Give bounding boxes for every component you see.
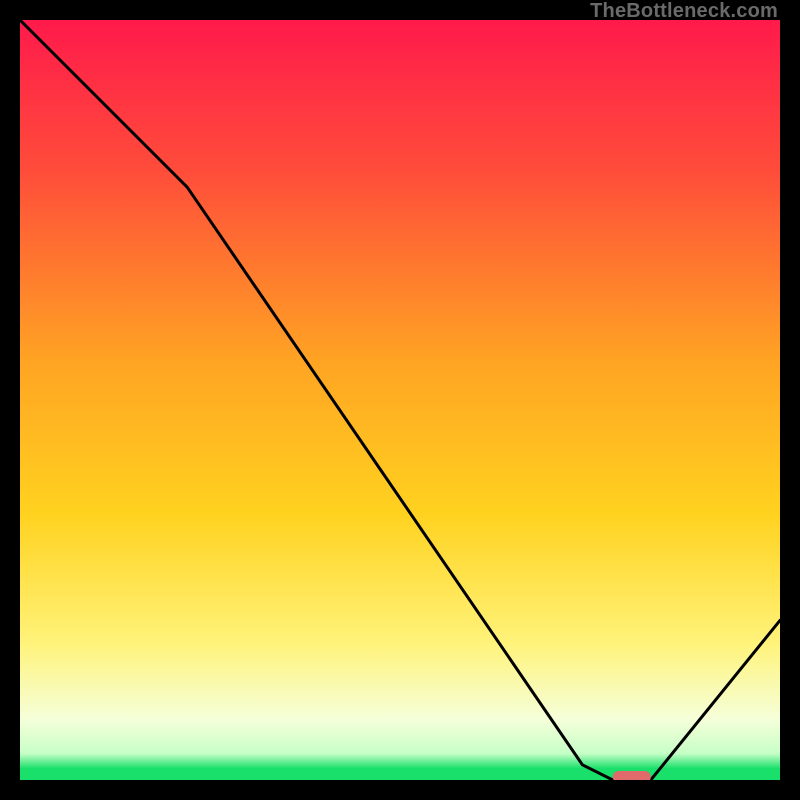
- chart-frame: [20, 20, 780, 780]
- optimal-marker: [613, 771, 651, 780]
- watermark-text: TheBottleneck.com: [590, 0, 778, 23]
- bottleneck-chart: [20, 20, 780, 780]
